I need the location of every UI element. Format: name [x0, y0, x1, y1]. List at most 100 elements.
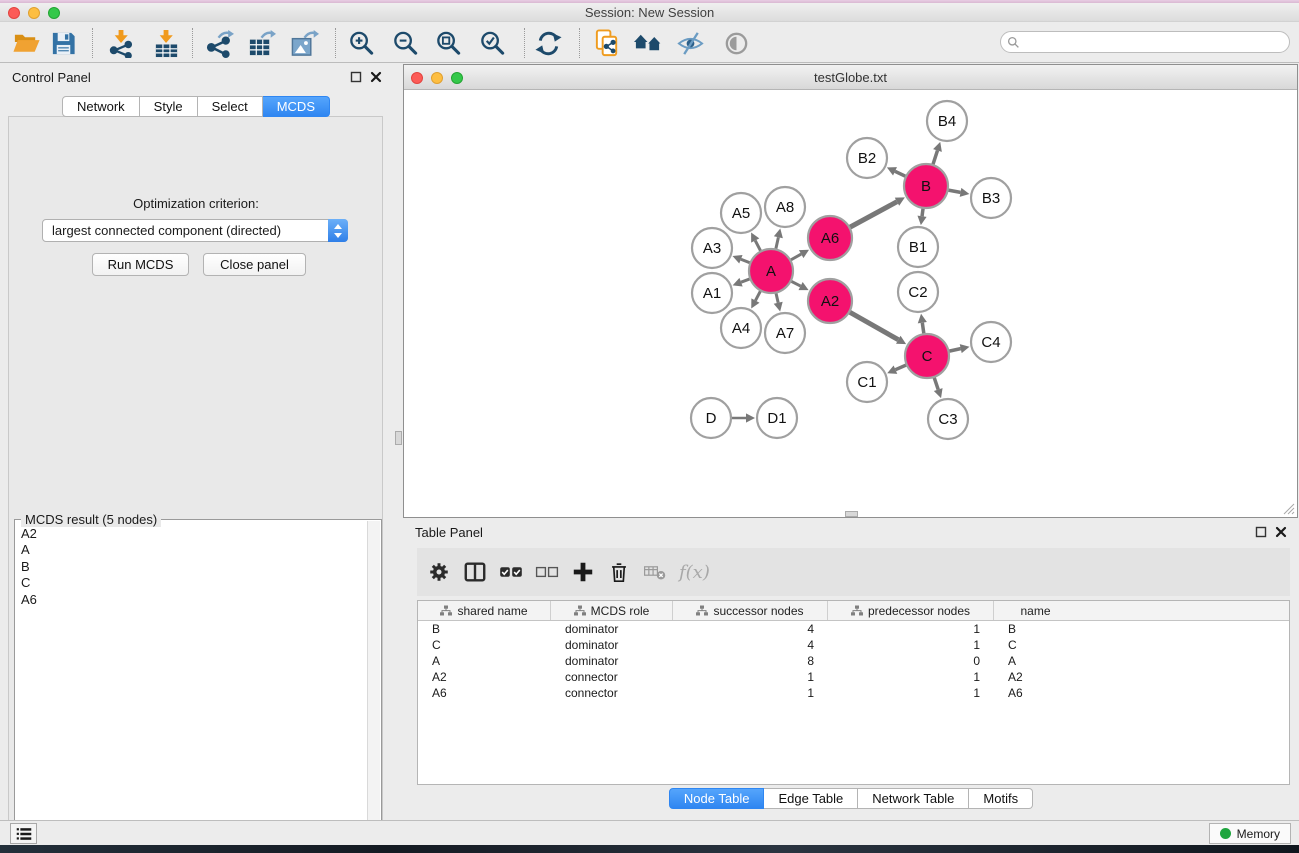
- tab-select[interactable]: Select: [198, 96, 263, 117]
- node-B2[interactable]: B2: [847, 138, 887, 178]
- save-session-button[interactable]: [47, 27, 79, 59]
- table-cell[interactable]: 1: [673, 669, 828, 685]
- zoom-out-button[interactable]: [389, 27, 421, 59]
- vertical-splitter-grip[interactable]: [395, 431, 402, 445]
- node-C[interactable]: C: [905, 334, 949, 378]
- tab-network[interactable]: Network: [62, 96, 140, 117]
- tab-edge-table[interactable]: Edge Table: [764, 788, 858, 809]
- table-cell[interactable]: dominator: [551, 621, 673, 637]
- zoom-selected-button[interactable]: [476, 27, 508, 59]
- node-C4[interactable]: C4: [971, 322, 1011, 362]
- list-scrollbar[interactable]: [367, 521, 380, 853]
- zoom-fit-button[interactable]: [432, 27, 464, 59]
- table-cell[interactable]: B: [418, 621, 551, 637]
- table-cell[interactable]: C: [418, 637, 551, 653]
- search-input[interactable]: [1024, 34, 1289, 50]
- column-header-shared-name[interactable]: shared name: [418, 601, 551, 620]
- node-A3[interactable]: A3: [692, 228, 732, 268]
- table-cell[interactable]: 1: [673, 685, 828, 701]
- table-cell[interactable]: dominator: [551, 653, 673, 669]
- run-mcds-button[interactable]: Run MCDS: [92, 253, 189, 276]
- node-B3[interactable]: B3: [971, 178, 1011, 218]
- tab-style[interactable]: Style: [140, 96, 198, 117]
- node-C1[interactable]: C1: [847, 362, 887, 402]
- table-cell[interactable]: connector: [551, 669, 673, 685]
- refresh-layout-button[interactable]: [532, 27, 564, 59]
- mcds-result-item[interactable]: A: [21, 542, 367, 558]
- node-A7[interactable]: A7: [765, 313, 805, 353]
- table-cell[interactable]: 0: [828, 653, 994, 669]
- split-view-button[interactable]: [457, 554, 493, 590]
- node-B4[interactable]: B4: [927, 101, 967, 141]
- column-header-name[interactable]: name: [994, 601, 1077, 620]
- tab-node-table[interactable]: Node Table: [669, 788, 765, 809]
- node-B1[interactable]: B1: [898, 227, 938, 267]
- close-panel-icon[interactable]: [1275, 526, 1287, 538]
- horizontal-splitter-grip[interactable]: [845, 511, 858, 517]
- table-cell[interactable]: A6: [994, 685, 1077, 701]
- import-network-button[interactable]: [105, 27, 137, 59]
- export-image-button[interactable]: [288, 27, 320, 59]
- node-A[interactable]: A: [749, 249, 793, 293]
- table-cell[interactable]: connector: [551, 685, 673, 701]
- tab-mcds[interactable]: MCDS: [263, 96, 330, 117]
- network-canvas[interactable]: B4 B2 B B3 A8A5 A6 B1 A3 A C2 A1 A2 A4A7 C4 C C1 D D1 C3: [404, 90, 1297, 517]
- float-panel-icon[interactable]: [1255, 526, 1267, 538]
- table-cell[interactable]: C: [994, 637, 1077, 653]
- copy-network-button[interactable]: [591, 27, 623, 59]
- table-cell[interactable]: dominator: [551, 637, 673, 653]
- table-cell[interactable]: 1: [828, 685, 994, 701]
- node-A2[interactable]: A2: [808, 279, 852, 323]
- table-cell[interactable]: 1: [828, 621, 994, 637]
- table-cell[interactable]: B: [994, 621, 1077, 637]
- column-header-predecessor-nodes[interactable]: predecessor nodes: [828, 601, 994, 620]
- table-cell[interactable]: A2: [418, 669, 551, 685]
- table-cell[interactable]: A: [994, 653, 1077, 669]
- mcds-result-item[interactable]: C: [21, 575, 367, 591]
- table-cell[interactable]: A: [418, 653, 551, 669]
- function-builder-button[interactable]: f(x): [679, 562, 710, 583]
- node-A5[interactable]: A5: [721, 193, 761, 233]
- mcds-result-item[interactable]: B: [21, 559, 367, 575]
- close-panel-icon[interactable]: [370, 71, 382, 83]
- float-panel-icon[interactable]: [350, 71, 362, 83]
- column-header-successor-nodes[interactable]: successor nodes: [673, 601, 828, 620]
- table-cell[interactable]: A2: [994, 669, 1077, 685]
- tab-network-table[interactable]: Network Table: [858, 788, 969, 809]
- node-B[interactable]: B: [904, 164, 948, 208]
- close-panel-button[interactable]: Close panel: [203, 253, 306, 276]
- import-table-button[interactable]: [150, 27, 182, 59]
- delete-table-button[interactable]: [637, 554, 673, 590]
- criterion-dropdown[interactable]: largest connected component (directed): [42, 219, 348, 242]
- task-history-button[interactable]: [10, 823, 37, 844]
- node-D1[interactable]: D1: [757, 398, 797, 438]
- node-A6[interactable]: A6: [808, 216, 852, 260]
- table-cell[interactable]: 8: [673, 653, 828, 669]
- export-network-button[interactable]: [203, 27, 235, 59]
- node-A8[interactable]: A8: [765, 187, 805, 227]
- show-all-button[interactable]: [720, 27, 752, 59]
- resize-grip-icon[interactable]: [1281, 501, 1295, 515]
- delete-column-button[interactable]: [601, 554, 637, 590]
- table-settings-button[interactable]: [421, 554, 457, 590]
- node-A4[interactable]: A4: [721, 308, 761, 348]
- add-column-button[interactable]: [565, 554, 601, 590]
- open-session-button[interactable]: [10, 27, 42, 59]
- table-cell[interactable]: 4: [673, 637, 828, 653]
- mcds-result-item[interactable]: A6: [21, 592, 367, 608]
- node-C3[interactable]: C3: [928, 399, 968, 439]
- node-D[interactable]: D: [691, 398, 731, 438]
- select-all-columns-button[interactable]: [493, 554, 529, 590]
- zoom-in-button[interactable]: [345, 27, 377, 59]
- table-cell[interactable]: A6: [418, 685, 551, 701]
- node-C2[interactable]: C2: [898, 272, 938, 312]
- deselect-all-columns-button[interactable]: [529, 554, 565, 590]
- table-cell[interactable]: 4: [673, 621, 828, 637]
- export-table-button[interactable]: [245, 27, 277, 59]
- mcds-result-item[interactable]: A2: [21, 526, 367, 542]
- tab-motifs[interactable]: Motifs: [969, 788, 1033, 809]
- hide-selected-button[interactable]: [674, 27, 706, 59]
- column-header-mcds-role[interactable]: MCDS role: [551, 601, 673, 620]
- node-A1[interactable]: A1: [692, 273, 732, 313]
- memory-button[interactable]: Memory: [1209, 823, 1291, 844]
